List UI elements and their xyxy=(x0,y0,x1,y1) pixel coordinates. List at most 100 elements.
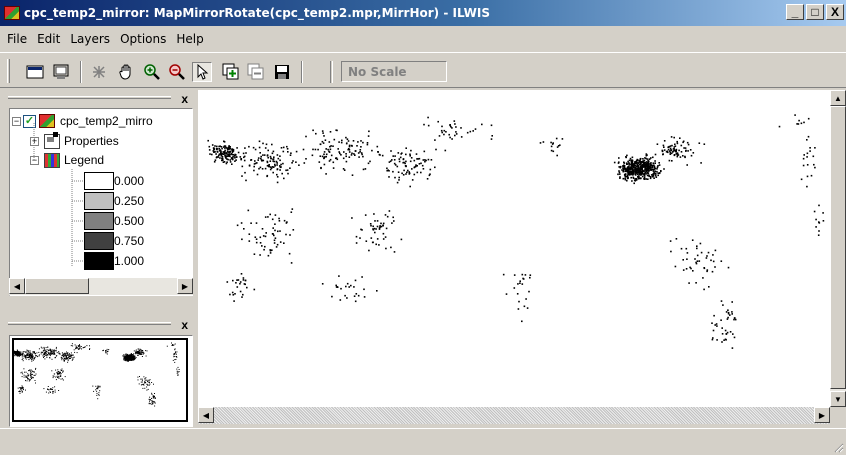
scroll-left-arrow-icon[interactable]: ◀ xyxy=(198,407,214,423)
legend-entry: 0.000 xyxy=(84,172,144,190)
station-point xyxy=(626,174,629,177)
station-point xyxy=(77,345,79,347)
station-point xyxy=(522,278,525,280)
station-point xyxy=(628,163,631,165)
station-point xyxy=(107,350,109,352)
select-arrow-icon[interactable] xyxy=(192,62,212,82)
station-point xyxy=(49,357,51,359)
minimize-button[interactable]: _ xyxy=(786,4,804,20)
menu-edit[interactable]: Edit xyxy=(32,32,65,46)
station-point xyxy=(643,164,645,167)
station-point xyxy=(242,277,245,279)
station-point xyxy=(404,165,407,167)
station-point xyxy=(232,279,234,282)
station-point xyxy=(652,162,655,164)
station-point xyxy=(628,165,630,167)
station-point xyxy=(363,296,366,298)
station-point xyxy=(145,350,147,352)
station-point xyxy=(335,157,337,160)
map-vertical-scrollbar[interactable]: ▲ ▼ xyxy=(830,90,846,407)
toolbar-grip[interactable] xyxy=(7,59,10,83)
station-point xyxy=(363,288,365,291)
station-point xyxy=(360,140,362,142)
scroll-down-arrow-icon[interactable]: ▼ xyxy=(830,391,846,407)
map-horizontal-scrollbar[interactable]: ◀ ▶ xyxy=(198,407,830,424)
ilwis-app-icon[interactable] xyxy=(4,6,20,20)
overview-panel-close-button[interactable]: x xyxy=(181,318,188,332)
station-point xyxy=(393,251,396,253)
station-point xyxy=(283,242,285,244)
save-icon[interactable] xyxy=(273,63,291,81)
station-point xyxy=(84,346,86,348)
station-point xyxy=(370,237,373,239)
station-point xyxy=(645,178,647,180)
station-point xyxy=(427,116,429,119)
scroll-up-arrow-icon[interactable]: ▲ xyxy=(830,90,846,106)
maximize-button[interactable]: □ xyxy=(806,4,824,20)
zoom-in-icon[interactable] xyxy=(143,63,161,81)
add-layer-icon[interactable] xyxy=(222,63,240,81)
station-point xyxy=(384,236,387,238)
station-point xyxy=(258,146,261,149)
station-point xyxy=(47,346,49,348)
pan-icon[interactable] xyxy=(117,63,135,81)
menu-layers[interactable]: Layers xyxy=(65,32,115,46)
overview-map[interactable] xyxy=(9,335,193,427)
layers-panel-close-button[interactable]: x xyxy=(181,92,188,106)
station-point xyxy=(57,374,59,376)
station-point xyxy=(289,234,291,236)
layer-tree-scrollbar[interactable]: ◀ ▶ xyxy=(9,278,193,295)
scroll-thumb[interactable] xyxy=(25,278,89,294)
station-point xyxy=(99,390,101,392)
map-view[interactable] xyxy=(198,90,830,407)
station-point xyxy=(405,153,407,156)
station-point xyxy=(86,345,88,347)
station-point xyxy=(285,222,288,224)
station-point xyxy=(618,171,621,174)
station-point xyxy=(12,351,14,353)
station-point xyxy=(663,146,665,148)
station-point xyxy=(638,160,641,162)
scroll-left-arrow-icon[interactable]: ◀ xyxy=(9,278,25,294)
station-point xyxy=(175,358,177,360)
station-point xyxy=(435,148,437,151)
overview-panel-header[interactable]: x xyxy=(8,318,188,332)
station-point xyxy=(20,389,22,390)
station-point xyxy=(277,157,280,160)
scale-field[interactable]: No Scale xyxy=(341,61,447,82)
resize-grip-icon[interactable] xyxy=(832,441,844,453)
map-window-icon[interactable] xyxy=(52,63,70,81)
station-point xyxy=(176,368,178,370)
scroll-right-arrow-icon[interactable]: ▶ xyxy=(814,407,830,423)
station-point xyxy=(35,368,36,370)
station-point xyxy=(341,139,343,142)
close-button[interactable]: X xyxy=(826,4,844,20)
menu-help[interactable]: Help xyxy=(171,32,208,46)
station-point xyxy=(628,168,630,170)
station-point xyxy=(133,353,135,355)
scroll-thumb[interactable] xyxy=(830,106,846,389)
station-point xyxy=(426,178,429,180)
station-point xyxy=(17,355,19,357)
station-point xyxy=(329,131,332,133)
station-point xyxy=(256,162,258,164)
station-point xyxy=(335,284,337,287)
remove-layer-icon[interactable] xyxy=(247,63,265,81)
zoom-out-icon[interactable] xyxy=(168,63,186,81)
station-point xyxy=(233,300,235,302)
station-point xyxy=(35,367,37,369)
station-point xyxy=(513,274,516,276)
station-point xyxy=(149,400,150,402)
layers-panel-header[interactable]: x xyxy=(8,92,188,106)
station-point xyxy=(264,167,267,170)
menu-file[interactable]: File xyxy=(2,32,32,46)
entire-map-icon[interactable] xyxy=(26,63,44,81)
station-point xyxy=(460,127,462,129)
station-point xyxy=(55,379,57,381)
scroll-right-arrow-icon[interactable]: ▶ xyxy=(177,278,193,294)
title-bar[interactable]: cpc_temp2_mirror: MapMirrorRotate(cpc_te… xyxy=(0,0,846,26)
normal-cursor-icon[interactable] xyxy=(90,63,108,81)
station-point xyxy=(211,144,214,146)
station-point xyxy=(76,352,78,354)
menu-options[interactable]: Options xyxy=(115,32,171,46)
